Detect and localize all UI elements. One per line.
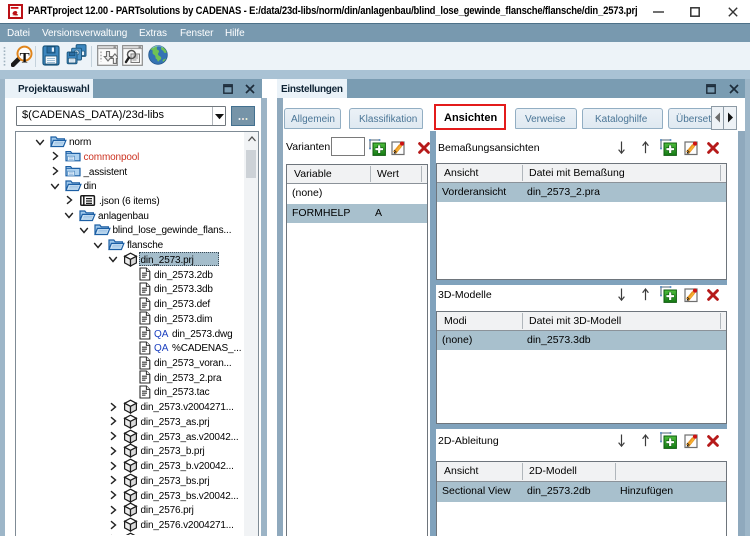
- svg-text:T: T: [20, 51, 30, 67]
